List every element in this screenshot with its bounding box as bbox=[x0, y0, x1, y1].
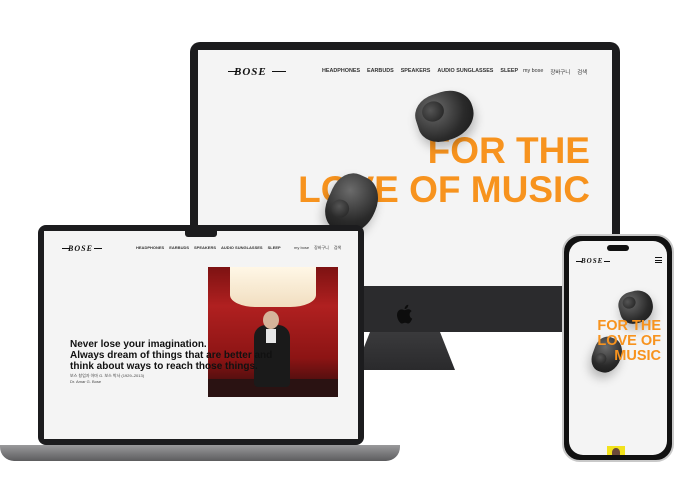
earbud-tip bbox=[419, 98, 447, 125]
lamp-shade bbox=[230, 267, 316, 307]
founder-quote: Never lose your imagination. Always drea… bbox=[70, 339, 272, 372]
hero-line-2: LOVE OF bbox=[597, 333, 661, 350]
my-bose-link[interactable]: my bose bbox=[523, 68, 543, 76]
logo-bar-right bbox=[272, 71, 286, 72]
founder-photo bbox=[208, 267, 338, 397]
macbook-screen: BOSE HEADPHONES EARBUDS SPEAKERS AUDIO S… bbox=[44, 231, 358, 439]
search-link[interactable]: 검색 bbox=[334, 245, 341, 251]
dynamic-island bbox=[607, 245, 629, 251]
utility-nav: my bose 장바구니 검색 bbox=[294, 245, 341, 251]
main-nav: HEADPHONES EARBUDS SPEAKERS AUDIO SUNGLA… bbox=[322, 68, 518, 74]
hero-line-1: FOR THE bbox=[597, 318, 661, 334]
nav-item-headphones[interactable]: HEADPHONES bbox=[136, 245, 164, 250]
attribution-line-2: Dr. Amar G. Bose bbox=[70, 379, 102, 384]
nav-item-earbuds[interactable]: EARBUDS bbox=[367, 68, 394, 74]
nav-item-sleep[interactable]: SLEEP bbox=[268, 245, 281, 250]
nav-item-headphones[interactable]: HEADPHONES bbox=[322, 68, 360, 74]
macbook-device: BOSE HEADPHONES EARBUDS SPEAKERS AUDIO S… bbox=[0, 225, 400, 465]
bose-logo[interactable]: BOSE bbox=[68, 244, 93, 253]
quote-line-3: think about ways to reach those things. bbox=[70, 361, 258, 372]
hamburger-menu-icon[interactable] bbox=[655, 257, 662, 263]
hero-line-1: FOR THE bbox=[427, 130, 590, 171]
hero-headline: FOR THE LOVE OF MUSIC bbox=[238, 130, 590, 210]
bose-logo[interactable]: BOSE bbox=[234, 66, 267, 78]
nav-item-earbuds[interactable]: EARBUDS bbox=[169, 245, 189, 250]
search-link[interactable]: 검색 bbox=[577, 68, 587, 76]
nav-item-speakers[interactable]: SPEAKERS bbox=[194, 245, 216, 250]
hero-line-3: MUSIC bbox=[614, 348, 661, 365]
macbook-base bbox=[0, 445, 400, 461]
hero-line-2: LOVE OF MUSIC bbox=[298, 168, 590, 210]
logo-bar-right bbox=[604, 261, 610, 262]
bose-logo[interactable]: BOSE bbox=[581, 257, 603, 265]
logo-bar-right bbox=[94, 248, 102, 249]
founder-face bbox=[612, 448, 620, 455]
nav-item-sleep[interactable]: SLEEP bbox=[500, 68, 518, 74]
nav-item-audio-sunglasses[interactable]: AUDIO SUNGLASSES bbox=[437, 68, 493, 74]
cart-link[interactable]: 장바구니 bbox=[550, 68, 570, 76]
iphone-device: BOSE FOR THE LOVE OF MUSIC bbox=[562, 234, 674, 462]
quote-attribution: 보스 창업자 아마 G. 보스 박사 (1929–2013) Dr. Amar … bbox=[70, 373, 220, 385]
founder-thumbnail bbox=[607, 446, 625, 455]
utility-nav: my bose 장바구니 검색 bbox=[523, 68, 587, 76]
main-nav: HEADPHONES EARBUDS SPEAKERS AUDIO SUNGLA… bbox=[136, 245, 281, 250]
hero-headline: FOR THE LOVE OF MUSIC bbox=[573, 318, 661, 365]
my-bose-link[interactable]: my bose bbox=[294, 245, 309, 251]
nav-item-audio-sunglasses[interactable]: AUDIO SUNGLASSES bbox=[221, 245, 263, 250]
earbud-tip bbox=[328, 196, 352, 221]
camera-notch bbox=[185, 231, 217, 237]
cart-link[interactable]: 장바구니 bbox=[314, 245, 329, 251]
earbud-tip bbox=[621, 295, 637, 311]
quote-line-1: Never lose your imagination. bbox=[70, 339, 207, 350]
quote-line-2: Always dream of things that are better a… bbox=[70, 350, 273, 361]
person-head bbox=[263, 311, 279, 329]
nav-item-speakers[interactable]: SPEAKERS bbox=[401, 68, 431, 74]
iphone-screen: BOSE FOR THE LOVE OF MUSIC bbox=[569, 241, 667, 455]
